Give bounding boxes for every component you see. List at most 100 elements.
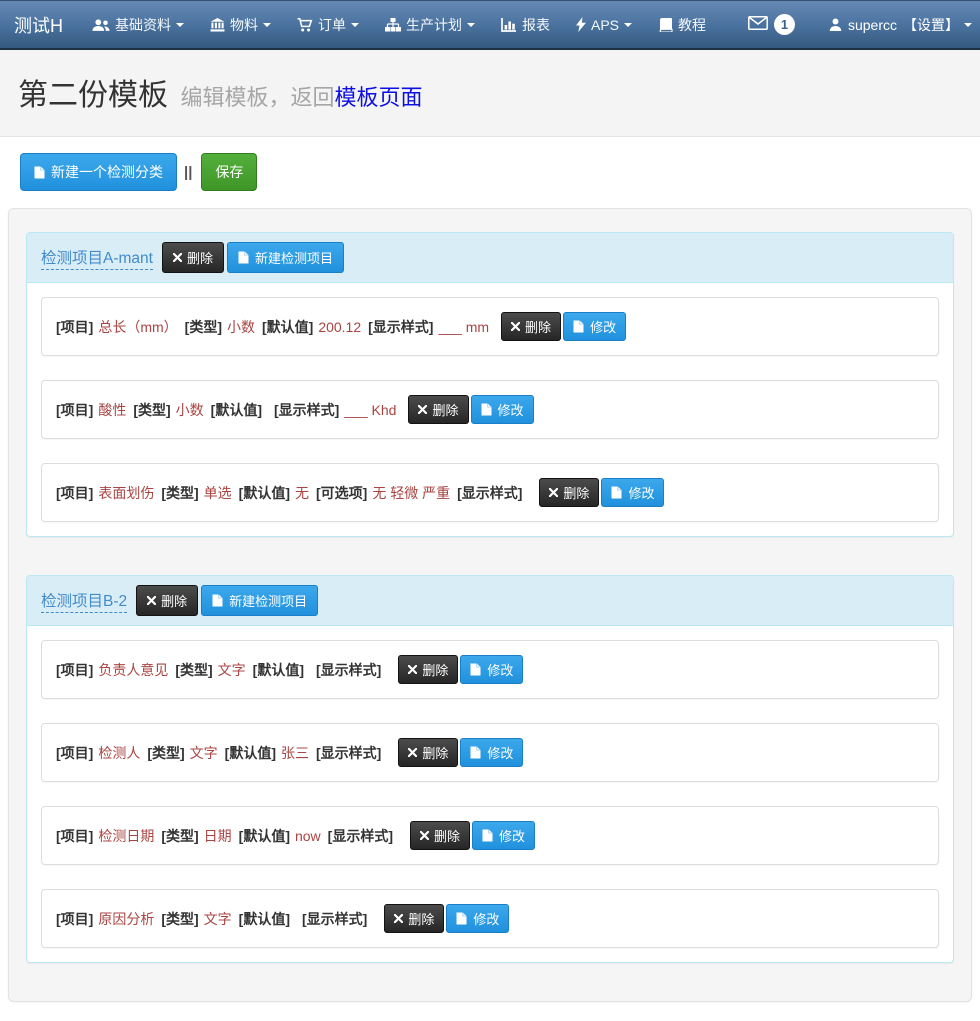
category-heading: 检测项目A-mant 删除 新建检测项目 <box>27 233 953 283</box>
file-icon <box>611 486 622 499</box>
sitemap-icon <box>385 18 401 32</box>
delete-item-button[interactable]: 删除 <box>384 904 444 933</box>
delete-category-button[interactable]: 删除 <box>162 242 224 273</box>
delete-item-button[interactable]: 删除 <box>539 478 599 507</box>
delete-item-button[interactable]: 删除 <box>501 312 561 341</box>
delete-item-button[interactable]: 删除 <box>410 821 470 850</box>
new-category-button[interactable]: 新建一个检测分类 <box>20 153 177 191</box>
new-item-button[interactable]: 新建检测项目 <box>227 242 344 273</box>
nav-item-2[interactable]: 物料 <box>197 1 284 48</box>
nav-item-7[interactable]: 教程 <box>645 1 719 48</box>
save-button[interactable]: 保存 <box>201 153 257 191</box>
item-type-editable[interactable]: 文字 <box>190 743 218 763</box>
toolbar-separator: || <box>184 164 192 181</box>
messages-button[interactable]: 1 <box>748 14 795 35</box>
delete-category-button[interactable]: 删除 <box>136 585 198 616</box>
file-icon <box>238 251 249 264</box>
edit-item-button[interactable]: 修改 <box>446 904 509 933</box>
inspection-item-row: [项目] 检测日期 [类型] 日期 [默认值] now [可选项] [显示样式]… <box>41 806 939 865</box>
delete-item-button[interactable]: 删除 <box>408 395 468 424</box>
item-actions: 删除 修改 <box>398 738 523 767</box>
settings-label[interactable]: 【设置】 <box>903 15 959 35</box>
style-label: [显示样式] <box>316 743 381 763</box>
item-label: [项目] <box>56 743 93 763</box>
inspection-item-row: [项目] 总长（mm） [类型] 小数 [默认值] 200.12 [可选项] [… <box>41 297 939 356</box>
page-title: 第二份模板 <box>18 79 168 112</box>
x-icon <box>420 831 429 840</box>
nav-item-4[interactable]: 生产计划 <box>372 1 488 48</box>
edit-item-button[interactable]: 修改 <box>563 312 626 341</box>
item-type-editable[interactable]: 日期 <box>204 826 232 846</box>
edit-item-button[interactable]: 修改 <box>471 395 534 424</box>
x-icon <box>394 914 403 923</box>
new-item-button[interactable]: 新建检测项目 <box>201 585 318 616</box>
delete-item-button[interactable]: 删除 <box>398 738 458 767</box>
style-label: [显示样式] <box>302 909 367 929</box>
file-icon <box>481 403 492 416</box>
nav-item-label: 物料 <box>230 15 258 35</box>
item-name-editable[interactable]: 表面划伤 <box>98 483 154 503</box>
edit-item-button[interactable]: 修改 <box>460 655 523 684</box>
navbar-right: 1 supercc 【设置】 <box>748 1 980 48</box>
item-name-editable[interactable]: 原因分析 <box>98 909 154 929</box>
bank-icon <box>210 18 225 32</box>
book-icon <box>658 18 673 32</box>
item-actions: 删除 修改 <box>501 312 626 341</box>
default-label: [默认值] <box>239 483 290 503</box>
edit-item-button[interactable]: 修改 <box>601 478 664 507</box>
edit-item-button[interactable]: 修改 <box>472 821 535 850</box>
type-label: [类型] <box>147 743 184 763</box>
file-icon <box>34 166 45 179</box>
nav-item-label: 生产计划 <box>406 15 462 35</box>
item-type-editable[interactable]: 文字 <box>218 660 246 680</box>
item-type-editable[interactable]: 小数 <box>227 317 255 337</box>
item-name-editable[interactable]: 检测日期 <box>98 826 154 846</box>
style-label: [显示样式] <box>274 400 339 420</box>
category-title[interactable]: 检测项目B-2 <box>41 589 127 613</box>
nav-item-label: 报表 <box>522 15 550 35</box>
brand[interactable]: 测试H <box>0 1 79 48</box>
item-name-editable[interactable]: 酸性 <box>98 400 126 420</box>
file-icon <box>470 746 481 759</box>
style-label: [显示样式] <box>316 660 381 680</box>
item-options-editable[interactable]: 无 轻微 严重 <box>372 483 450 503</box>
item-style-editable[interactable]: ___ Khd <box>344 402 396 418</box>
category-items: [项目] 总长（mm） [类型] 小数 [默认值] 200.12 [可选项] [… <box>27 283 953 536</box>
item-label: [项目] <box>56 909 93 929</box>
nav-item-3[interactable]: 订单 <box>284 1 372 48</box>
back-to-templates-link[interactable]: 模板页面 <box>334 85 422 110</box>
item-type-editable[interactable]: 文字 <box>204 909 232 929</box>
item-actions: 删除 修改 <box>384 904 509 933</box>
item-label: [项目] <box>56 826 93 846</box>
type-label: [类型] <box>133 400 170 420</box>
file-icon <box>482 829 493 842</box>
item-type-editable[interactable]: 单选 <box>204 483 232 503</box>
item-default-editable[interactable]: 无 <box>295 483 309 503</box>
user-menu[interactable]: supercc 【设置】 <box>829 15 972 35</box>
nav-item-1[interactable]: 基础资料 <box>79 1 197 48</box>
item-name-editable[interactable]: 检测人 <box>98 743 140 763</box>
category-title[interactable]: 检测项目A-mant <box>41 246 153 270</box>
item-default-editable[interactable]: 200.12 <box>318 319 361 335</box>
default-label: [默认值] <box>262 317 313 337</box>
x-icon <box>418 405 427 414</box>
item-name-editable[interactable]: 总长（mm） <box>98 317 177 337</box>
item-actions: 删除 修改 <box>410 821 535 850</box>
item-default-editable[interactable]: now <box>295 828 321 844</box>
x-icon <box>511 322 520 331</box>
cart-icon <box>297 18 313 32</box>
item-name-editable[interactable]: 负责人意见 <box>98 660 168 680</box>
nav-item-label: 基础资料 <box>115 15 171 35</box>
edit-item-button[interactable]: 修改 <box>460 738 523 767</box>
nav-item-5[interactable]: 报表 <box>488 1 563 48</box>
delete-item-button[interactable]: 删除 <box>398 655 458 684</box>
user-icon <box>829 18 842 31</box>
x-icon <box>147 596 156 605</box>
x-icon <box>549 488 558 497</box>
chart-icon <box>501 18 517 32</box>
item-type-editable[interactable]: 小数 <box>176 400 204 420</box>
item-style-editable[interactable]: ___ mm <box>438 319 489 335</box>
item-default-editable[interactable]: 张三 <box>281 743 309 763</box>
x-icon <box>173 253 182 262</box>
nav-item-6[interactable]: APS <box>563 1 645 48</box>
